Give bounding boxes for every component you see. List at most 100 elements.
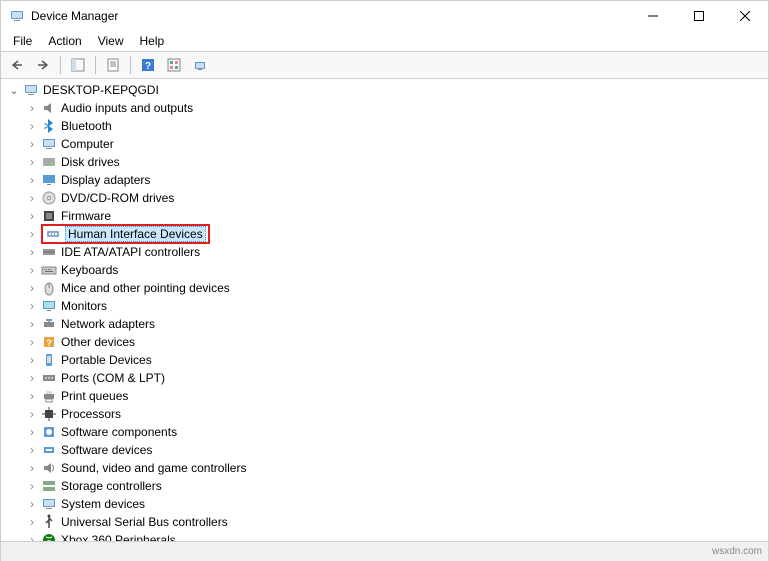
tree-item[interactable]: Software components [25, 423, 768, 441]
processor-icon [41, 406, 57, 422]
tree-item[interactable]: System devices [25, 495, 768, 513]
expander-icon[interactable] [25, 209, 39, 223]
expander-icon[interactable] [25, 371, 39, 385]
statusbar: wsxdn.com [1, 541, 768, 561]
tree-item[interactable]: Monitors [25, 297, 768, 315]
expander-icon[interactable] [25, 191, 39, 205]
menu-file[interactable]: File [5, 32, 40, 50]
tree-item[interactable]: DVD/CD-ROM drives [25, 189, 768, 207]
category-list: Audio inputs and outputs Bluetooth Compute… [5, 99, 768, 541]
expander-icon[interactable] [25, 101, 39, 115]
minimize-button[interactable] [630, 1, 676, 31]
help-button[interactable]: ? [136, 54, 160, 76]
toolbar-separator [130, 56, 131, 74]
storage-icon [41, 478, 57, 494]
tree-item[interactable]: IDE ATA/ATAPI controllers [25, 243, 768, 261]
expander-icon[interactable] [25, 119, 39, 133]
tree-item[interactable]: Network adapters [25, 315, 768, 333]
tree-item-label: Sound, video and game controllers [61, 461, 246, 475]
show-hide-button[interactable] [66, 54, 90, 76]
expander-icon[interactable] [25, 299, 39, 313]
tree-item-label: DVD/CD-ROM drives [61, 191, 174, 205]
tree-item-label: Processors [61, 407, 121, 421]
expander-icon[interactable] [25, 137, 39, 151]
tree-item[interactable]: Ports (COM & LPT) [25, 369, 768, 387]
bluetooth-icon [41, 118, 57, 134]
maximize-button[interactable] [676, 1, 722, 31]
expander-icon[interactable] [25, 155, 39, 169]
computer-name-label: DESKTOP-KEPQGDI [43, 83, 159, 97]
device-tree[interactable]: DESKTOP-KEPQGDI Audio inputs and outputs… [1, 79, 768, 541]
root-node[interactable]: DESKTOP-KEPQGDI [5, 81, 768, 99]
tree-item[interactable]: Portable Devices [25, 351, 768, 369]
expander-icon[interactable] [25, 245, 39, 259]
tree-item-label: Network adapters [61, 317, 155, 331]
tree-item[interactable]: Audio inputs and outputs [25, 99, 768, 117]
expander-icon[interactable] [25, 533, 39, 541]
close-button[interactable] [722, 1, 768, 31]
expander-icon[interactable] [25, 515, 39, 529]
tree-item-label: Storage controllers [61, 479, 162, 493]
tree-item[interactable]: Display adapters [25, 171, 768, 189]
expander-icon[interactable] [25, 389, 39, 403]
expander-icon[interactable] [25, 353, 39, 367]
system-icon [41, 496, 57, 512]
tree-item-label: Display adapters [61, 173, 150, 187]
tree-item[interactable]: Keyboards [25, 261, 768, 279]
menu-help[interactable]: Help [132, 32, 173, 50]
menu-view[interactable]: View [90, 32, 132, 50]
tree-item[interactable]: ? Other devices [25, 333, 768, 351]
software-comp-icon [41, 424, 57, 440]
dvd-icon [41, 190, 57, 206]
back-button[interactable] [5, 54, 29, 76]
tree-item[interactable]: Bluetooth [25, 117, 768, 135]
tree-item[interactable]: Firmware [25, 207, 768, 225]
scan-button[interactable] [162, 54, 186, 76]
expander-icon[interactable] [25, 497, 39, 511]
disk-icon [41, 154, 57, 170]
expander-icon[interactable] [25, 479, 39, 493]
tree-item[interactable]: Computer [25, 135, 768, 153]
expander-icon[interactable] [7, 83, 21, 97]
tree-item-label: Keyboards [61, 263, 118, 277]
svg-text:?: ? [145, 61, 151, 72]
expander-icon[interactable] [25, 317, 39, 331]
tree-item-label: Other devices [61, 335, 135, 349]
expander-icon[interactable] [25, 461, 39, 475]
menu-action[interactable]: Action [40, 32, 89, 50]
expander-icon[interactable] [25, 407, 39, 421]
forward-button[interactable] [31, 54, 55, 76]
tree-item[interactable]: Software devices [25, 441, 768, 459]
tree-item[interactable]: Universal Serial Bus controllers [25, 513, 768, 531]
tree-item[interactable]: Mice and other pointing devices [25, 279, 768, 297]
tree-item[interactable]: Disk drives [25, 153, 768, 171]
toolbar: ? [1, 51, 768, 79]
expander-icon[interactable] [25, 425, 39, 439]
update-driver-button[interactable] [188, 54, 212, 76]
expander-icon[interactable] [25, 443, 39, 457]
tree-item-label: Human Interface Devices [65, 226, 206, 242]
tree-item-label: Firmware [61, 209, 111, 223]
tree-item[interactable]: Xbox 360 Peripherals [25, 531, 768, 541]
tree-item-label: System devices [61, 497, 145, 511]
expander-icon[interactable] [25, 335, 39, 349]
tree-item[interactable]: Human Interface Devices [25, 225, 768, 243]
expander-icon[interactable] [25, 263, 39, 277]
tree-item[interactable]: Print queues [25, 387, 768, 405]
expander-icon[interactable] [25, 281, 39, 295]
tree-item[interactable]: Storage controllers [25, 477, 768, 495]
toolbar-separator [60, 56, 61, 74]
properties-button[interactable] [101, 54, 125, 76]
tree-item[interactable]: Sound, video and game controllers [25, 459, 768, 477]
firmware-icon [41, 208, 57, 224]
keyboard-icon [41, 262, 57, 278]
menubar: File Action View Help [1, 31, 768, 51]
svg-text:?: ? [46, 338, 52, 348]
expander-icon[interactable] [25, 227, 39, 241]
tree-item-label: Bluetooth [61, 119, 112, 133]
monitor-icon [41, 298, 57, 314]
expander-icon[interactable] [25, 173, 39, 187]
tree-item[interactable]: Processors [25, 405, 768, 423]
status-text: wsxdn.com [712, 546, 762, 557]
xbox-icon [41, 532, 57, 541]
